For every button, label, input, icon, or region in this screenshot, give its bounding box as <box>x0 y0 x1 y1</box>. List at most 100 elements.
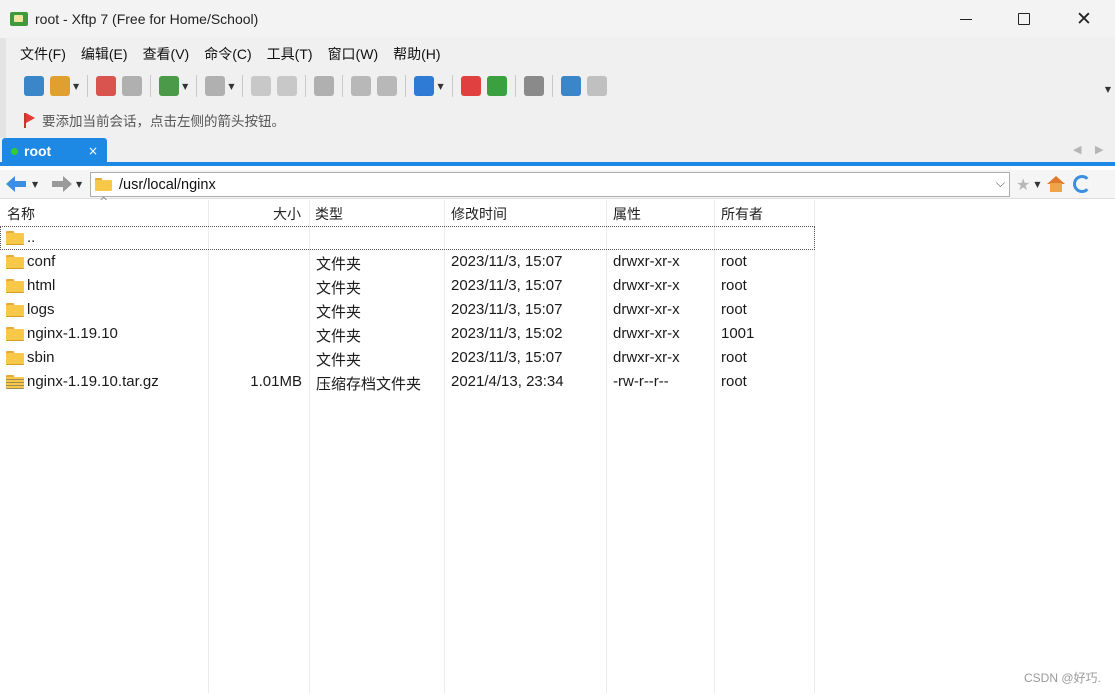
new-session-button[interactable] <box>24 74 44 98</box>
toolbar-separator <box>87 75 89 97</box>
file-permissions: -rw-r--r-- <box>613 373 669 390</box>
column-header-name[interactable]: 名称 <box>7 204 35 224</box>
favorite-dropdown-icon[interactable]: ▼ <box>1034 180 1040 189</box>
transfer-up-button[interactable] <box>251 74 272 98</box>
tab-scroll-right-icon[interactable]: ▶ <box>1095 143 1103 156</box>
copy-button[interactable] <box>351 74 372 98</box>
table-row[interactable]: conf 文件夹 2023/11/3, 15:07 drwxr-xr-x root <box>0 250 815 274</box>
file-modified: 2021/4/13, 23:34 <box>451 373 564 390</box>
folder-icon <box>6 303 24 317</box>
file-type: 文件夹 <box>316 304 362 321</box>
disconnect-button[interactable] <box>122 74 143 98</box>
toolbar-separator <box>242 75 244 97</box>
column-header-permissions[interactable]: 属性 <box>613 204 641 224</box>
menu-item[interactable]: 查看(V) <box>143 44 190 64</box>
title-bar: root - Xftp 7 (Free for Home/School) ✕ <box>0 0 1115 38</box>
xftp-button[interactable] <box>486 74 507 98</box>
chevron-down-icon[interactable]: ⌵ <box>996 176 1005 191</box>
path-input[interactable]: /usr/local/nginx ⌵ <box>90 172 1010 197</box>
minimize-icon <box>960 18 972 20</box>
toolbar-separator <box>196 75 198 97</box>
toolbar-separator <box>405 75 407 97</box>
chat-button[interactable] <box>586 74 607 98</box>
table-row[interactable]: nginx-1.19.10.tar.gz 1.01MB 压缩存档文件夹 2021/4/… <box>0 370 815 394</box>
menu-item[interactable]: 工具(T) <box>267 44 313 64</box>
toolbar-separator <box>551 75 553 97</box>
tab-root[interactable]: root × <box>2 138 107 164</box>
toolbar: ▼ ▼ ▼ ▼ <box>24 73 613 99</box>
sync-button[interactable] <box>314 74 335 98</box>
favorite-star-icon[interactable]: ★ <box>1016 175 1030 194</box>
maximize-button[interactable] <box>995 0 1053 38</box>
menu-item[interactable]: 文件(F) <box>20 44 66 64</box>
file-owner: root <box>721 277 747 294</box>
menu-item[interactable]: 窗口(W) <box>328 44 379 64</box>
toolbar-separator <box>305 75 307 97</box>
new-session-icon <box>24 76 44 96</box>
home-icon[interactable] <box>1046 176 1065 192</box>
settings-gear-button[interactable] <box>523 74 544 98</box>
tab-close-icon[interactable]: × <box>88 144 98 158</box>
back-button[interactable]: ▼ <box>6 174 44 194</box>
copy-icon <box>351 76 372 96</box>
tab-label: root <box>24 143 52 159</box>
table-row[interactable]: logs 文件夹 2023/11/3, 15:07 drwxr-xr-x root <box>0 298 815 322</box>
paste-button[interactable] <box>377 74 398 98</box>
connected-status-icon <box>11 147 18 155</box>
chevron-down-icon[interactable]: ▼ <box>73 82 79 91</box>
archive-icon <box>6 375 24 389</box>
connect-button[interactable] <box>96 74 117 98</box>
paste-icon <box>377 76 398 96</box>
file-modified: 2023/11/3, 15:07 <box>451 301 563 318</box>
toolbar-separator <box>514 75 516 97</box>
file-type: 压缩存档文件夹 <box>316 376 422 393</box>
file-name: conf <box>27 253 56 270</box>
file-type: 文件夹 <box>316 328 362 345</box>
column-header-type[interactable]: 类型 <box>315 204 343 224</box>
file-name: .. <box>27 229 36 246</box>
column-header-owner[interactable]: 所有者 <box>721 204 763 224</box>
parent-directory-row[interactable]: .. <box>0 226 815 250</box>
file-owner: root <box>721 349 747 366</box>
minimize-button[interactable] <box>937 0 995 38</box>
folder-icon <box>6 327 24 341</box>
forward-dropdown-icon[interactable]: ▼ <box>76 180 82 189</box>
file-modified: 2023/11/3, 15:02 <box>451 325 563 342</box>
menu-item[interactable]: 编辑(E) <box>81 44 128 64</box>
file-permissions: drwxr-xr-x <box>613 253 680 270</box>
help-icon <box>560 76 581 96</box>
bookmark-flag-icon[interactable] <box>22 112 36 128</box>
toolbar-separator <box>451 75 453 97</box>
chevron-down-icon[interactable]: ▼ <box>182 82 188 91</box>
file-owner: 1001 <box>721 325 755 342</box>
file-owner: root <box>721 253 747 270</box>
properties-button[interactable]: ▼ <box>159 74 188 98</box>
transfer-down-button[interactable] <box>277 74 298 98</box>
table-row[interactable]: sbin 文件夹 2023/11/3, 15:07 drwxr-xr-x root <box>0 346 815 370</box>
globe-button[interactable]: ▼ <box>414 74 444 98</box>
close-button[interactable]: ✕ <box>1055 0 1113 38</box>
column-header-size[interactable]: 大小 <box>273 204 301 224</box>
refresh-icon[interactable] <box>1072 175 1091 193</box>
play-button[interactable]: ▼ <box>205 74 234 98</box>
table-row[interactable]: html 文件夹 2023/11/3, 15:07 drwxr-xr-x root <box>0 274 815 298</box>
xshell-button[interactable] <box>460 74 481 98</box>
session-hint-bar: 要添加当前会话，点击左侧的箭头按钮。 <box>22 110 285 130</box>
table-row[interactable]: nginx-1.19.10 文件夹 2023/11/3, 15:02 drwxr-xr… <box>0 322 815 346</box>
column-header-modified[interactable]: 修改时间 <box>451 204 507 224</box>
forward-button[interactable]: ▼ <box>50 174 88 194</box>
help-button[interactable] <box>560 74 581 98</box>
chevron-down-icon[interactable]: ▼ <box>228 82 234 91</box>
menu-item[interactable]: 帮助(H) <box>393 44 440 64</box>
transfer-down-icon <box>277 76 298 96</box>
back-dropdown-icon[interactable]: ▼ <box>32 180 38 189</box>
file-owner: root <box>721 373 747 390</box>
tab-scroll-left-icon[interactable]: ◀ <box>1073 143 1081 156</box>
chevron-down-icon[interactable]: ▼ <box>437 82 443 91</box>
open-folder-button[interactable]: ▼ <box>50 74 79 98</box>
toolbar-overflow-icon[interactable]: ▼ <box>1105 85 1111 94</box>
file-name: nginx-1.19.10.tar.gz <box>27 373 159 390</box>
sync-icon <box>314 76 335 96</box>
menu-item[interactable]: 命令(C) <box>204 44 251 64</box>
folder-icon <box>95 178 112 191</box>
